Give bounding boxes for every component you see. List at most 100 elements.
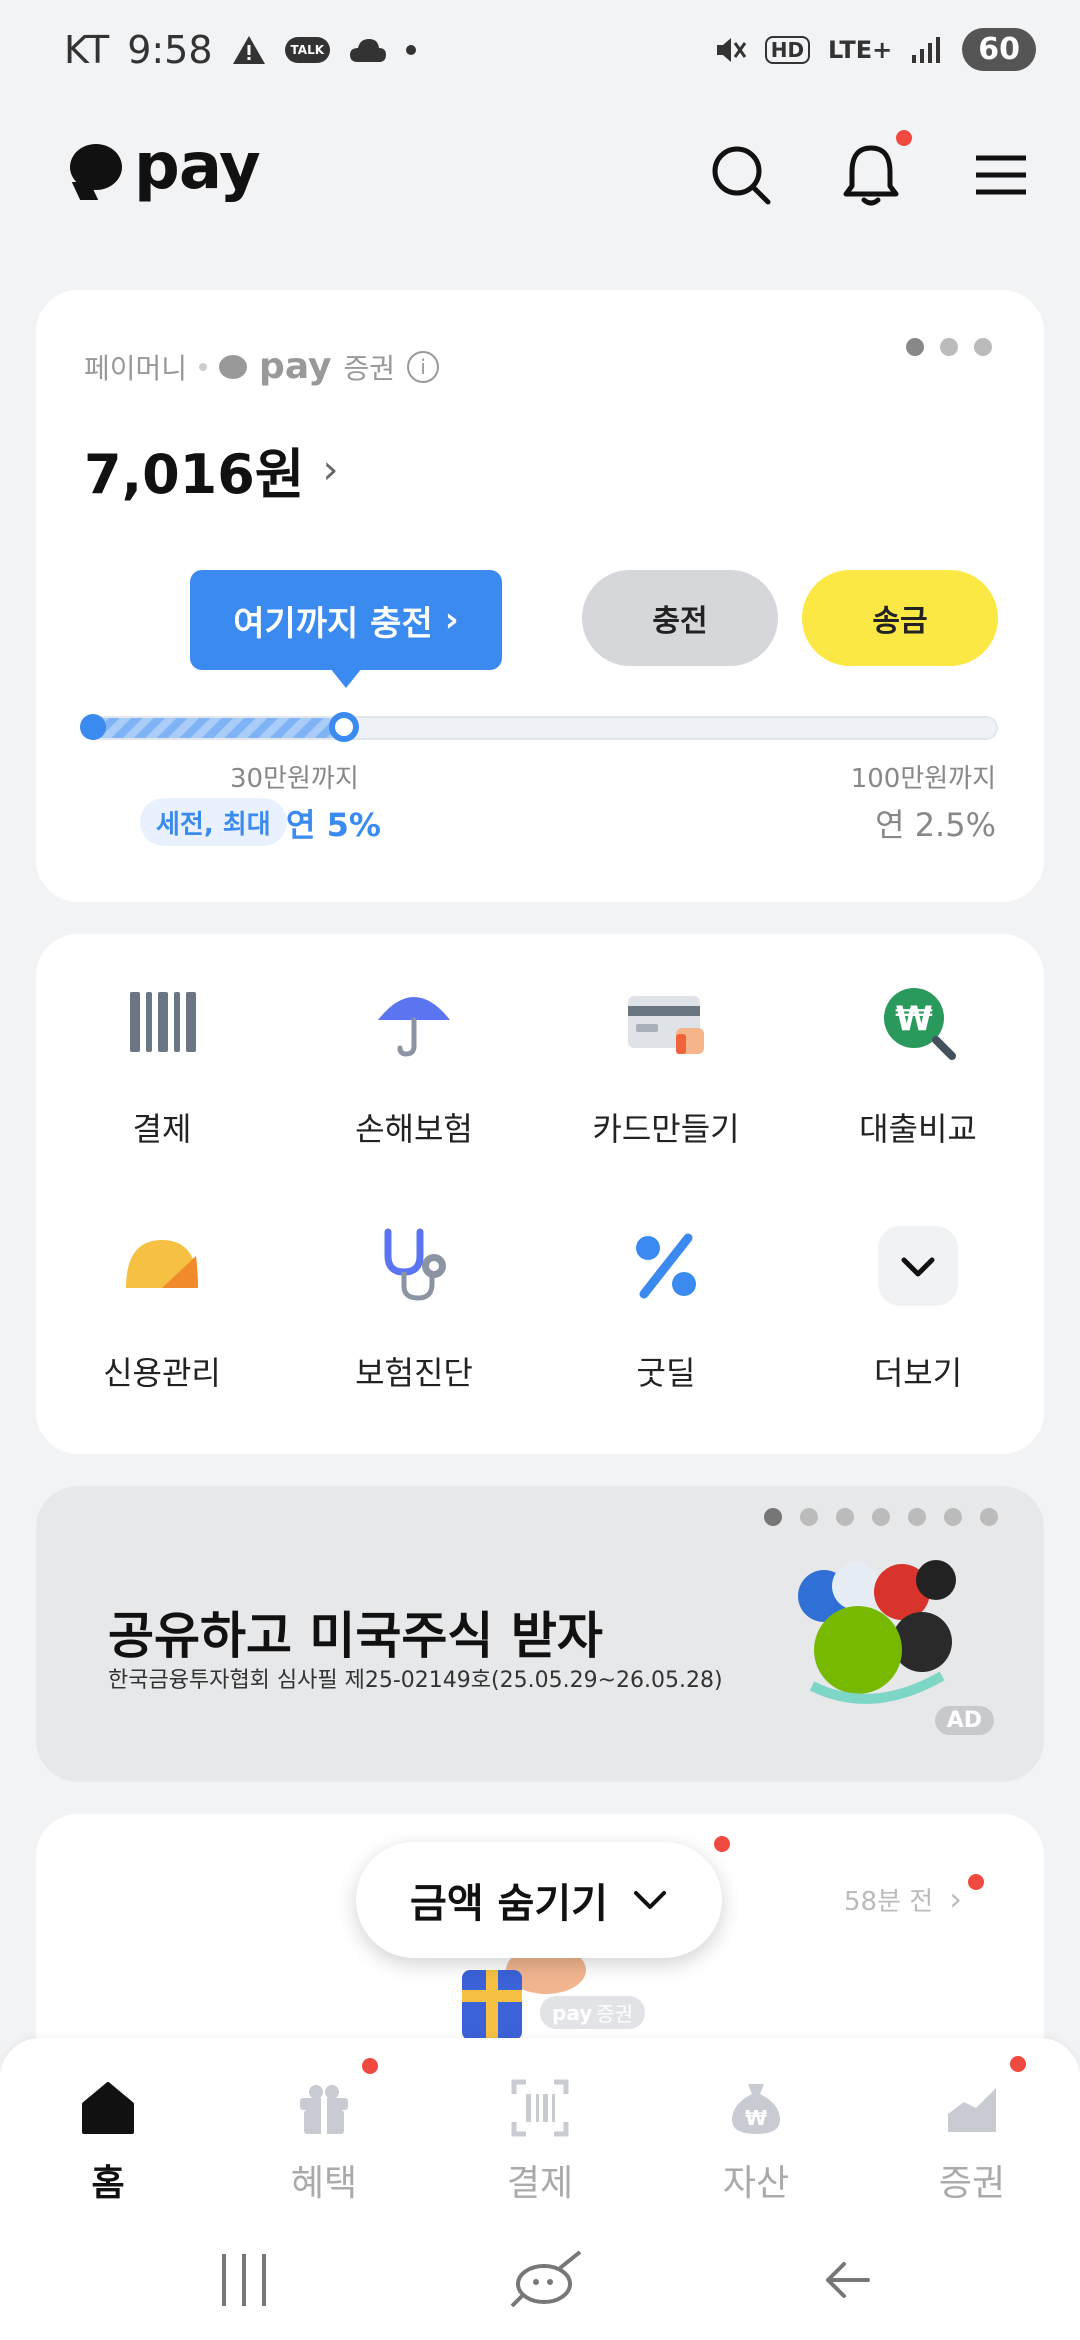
battery-indicator: 60 [962,28,1036,71]
signal-icon [912,36,941,63]
tab-label: 혜택 [290,2163,358,2204]
pager-dot [908,1508,926,1526]
ad-title: 공유하고 미국주식 받자 [108,1607,603,1665]
interest-progress-fill [86,718,341,738]
menu-label: 결제 [132,1110,192,1148]
securities-label: 증권 [343,351,395,385]
pager-dot [980,1508,998,1526]
menu-icon[interactable] [966,140,1036,210]
menu-label: 굿딜 [636,1354,696,1392]
carrier: KT [64,28,110,72]
stethoscope-icon [384,1228,446,1301]
hd-icon: HD [764,35,811,64]
pretax-max-chip: 세전, 최대 [140,798,287,846]
amount-value: 7,016원 [84,443,305,506]
menu-item-payment[interactable]: 결제 [36,934,288,1148]
search-icon[interactable] [706,140,776,210]
send-button[interactable]: 송금 [802,570,998,666]
barcode-scan-icon [511,2079,569,2137]
tier2-rate: 연 2.5% [875,806,996,844]
mute-icon [716,37,746,62]
pager-dot [944,1508,962,1526]
tab-home[interactable]: 홈 [0,2058,216,2218]
chat-bubble-icon [219,354,248,379]
feed-time-ago[interactable]: 58분 전 › [844,1880,962,1918]
menu-label: 더보기 [873,1354,963,1392]
hide-amount-label: 금액 숨기기 [410,1881,608,1927]
menu-item-good-deal[interactable]: 굿딜 [540,1178,792,1392]
home-character-icon[interactable] [508,2244,588,2314]
card-icon [628,996,704,1054]
tab-securities[interactable]: 증권 [864,2058,1080,2218]
bell-icon[interactable] [836,140,906,210]
pager-dot [872,1508,890,1526]
menu-item-loan-compare[interactable]: ₩ 대출비교 [792,934,1044,1148]
tooltip-label: 여기까지 충전 [233,603,433,644]
charge-to-here-tooltip[interactable]: 여기까지 충전 › [190,570,502,688]
ad-badge: AD [934,1706,994,1735]
pager-dot [974,338,992,356]
tab-label: 자산 [722,2163,790,2204]
chevron-down-icon [878,1226,958,1306]
charge-button[interactable]: 충전 [582,570,778,666]
loan-search-icon: ₩ [884,988,956,1060]
progress-knob[interactable] [329,712,359,742]
chart-up-icon [948,2088,996,2132]
card-pager [906,338,992,356]
pager-dot [906,338,924,356]
tier2-label: 100만원까지 [850,764,996,794]
svg-text:₩: ₩ [745,2106,767,2130]
info-icon[interactable]: i [407,350,439,383]
pay-securities-badge: pay 증권 [540,1996,646,2029]
paymoney-label: 페이머니 [84,351,188,385]
recent-apps-icon[interactable] [218,2250,272,2310]
menu-item-make-card[interactable]: 카드만들기 [540,934,792,1148]
chevron-right-icon: › [949,1880,962,1918]
dot-indicator-icon [406,45,417,55]
home-icon [82,2082,134,2134]
back-icon[interactable] [822,2258,872,2302]
tier1-label: 30만원까지 [230,764,359,794]
balance-amount[interactable]: 7,016원 › [84,430,339,509]
menu-label: 신용관리 [103,1354,221,1392]
tab-label: 홈 [91,2163,125,2204]
time-ago-label: 58분 전 [844,1886,934,1917]
tab-benefits[interactable]: 혜택 [216,2058,432,2218]
ad-banner[interactable]: 공유하고 미국주식 받자 한국금융투자협회 심사필 제25-02149호(25.… [36,1486,1044,1782]
tier1-rate: 연 5% [286,806,381,844]
menu-item-insurance-check[interactable]: 보험진단 [288,1178,540,1392]
gift-icon [300,2085,348,2134]
tab-payment[interactable]: 결제 [432,2058,648,2218]
tab-label: 증권 [938,2163,1006,2204]
quick-menu-card: 결제 손해보험 카드만들기 ₩ 대출비교 신용관리 보험진단 굿딜 더보기 [36,934,1044,1454]
status-left: KT 9:58 TALK [64,28,417,72]
svg-text:₩: ₩ [895,999,933,1039]
pager-dot [940,338,958,356]
notification-dot [362,2058,378,2074]
tab-assets[interactable]: ₩ 자산 [648,2058,864,2218]
menu-item-insurance[interactable]: 손해보험 [288,934,540,1148]
ad-subtitle: 한국금융투자협회 심사필 제25-02149호(25.05.29~26.05.2… [108,1668,723,1693]
pay-label: pay [259,346,332,387]
chat-bubble-icon [70,144,122,190]
kakaopay-logo[interactable]: pay [70,130,261,204]
badge-securities: 증권 [596,2002,634,2026]
network-type: LTE+ [828,35,893,64]
menu-label: 카드만들기 [592,1110,740,1148]
logo-text: pay [134,130,261,204]
chevron-down-icon [633,1891,666,1909]
notification-dot [714,1836,730,1852]
warning-icon [232,36,265,64]
us-stocks-illustration-icon [798,1560,956,1704]
menu-item-credit[interactable]: 신용관리 [36,1178,288,1392]
notification-dot [968,1874,984,1890]
badge-pay: pay [552,2000,593,2025]
barcode-icon [130,992,196,1052]
interest-progress-track [80,712,998,742]
credit-gauge-icon [126,1240,198,1288]
status-bar: KT 9:58 TALK HD LTE+ 60 [0,0,1080,110]
menu-item-more[interactable]: 더보기 [792,1178,1044,1392]
hide-amount-button[interactable]: 금액 숨기기 [356,1842,722,1958]
balance-card: 페이머니 pay 증권 i 7,016원 › 여기까지 충전 › 충전 송금 3… [36,290,1044,902]
menu-label: 손해보험 [355,1110,473,1148]
